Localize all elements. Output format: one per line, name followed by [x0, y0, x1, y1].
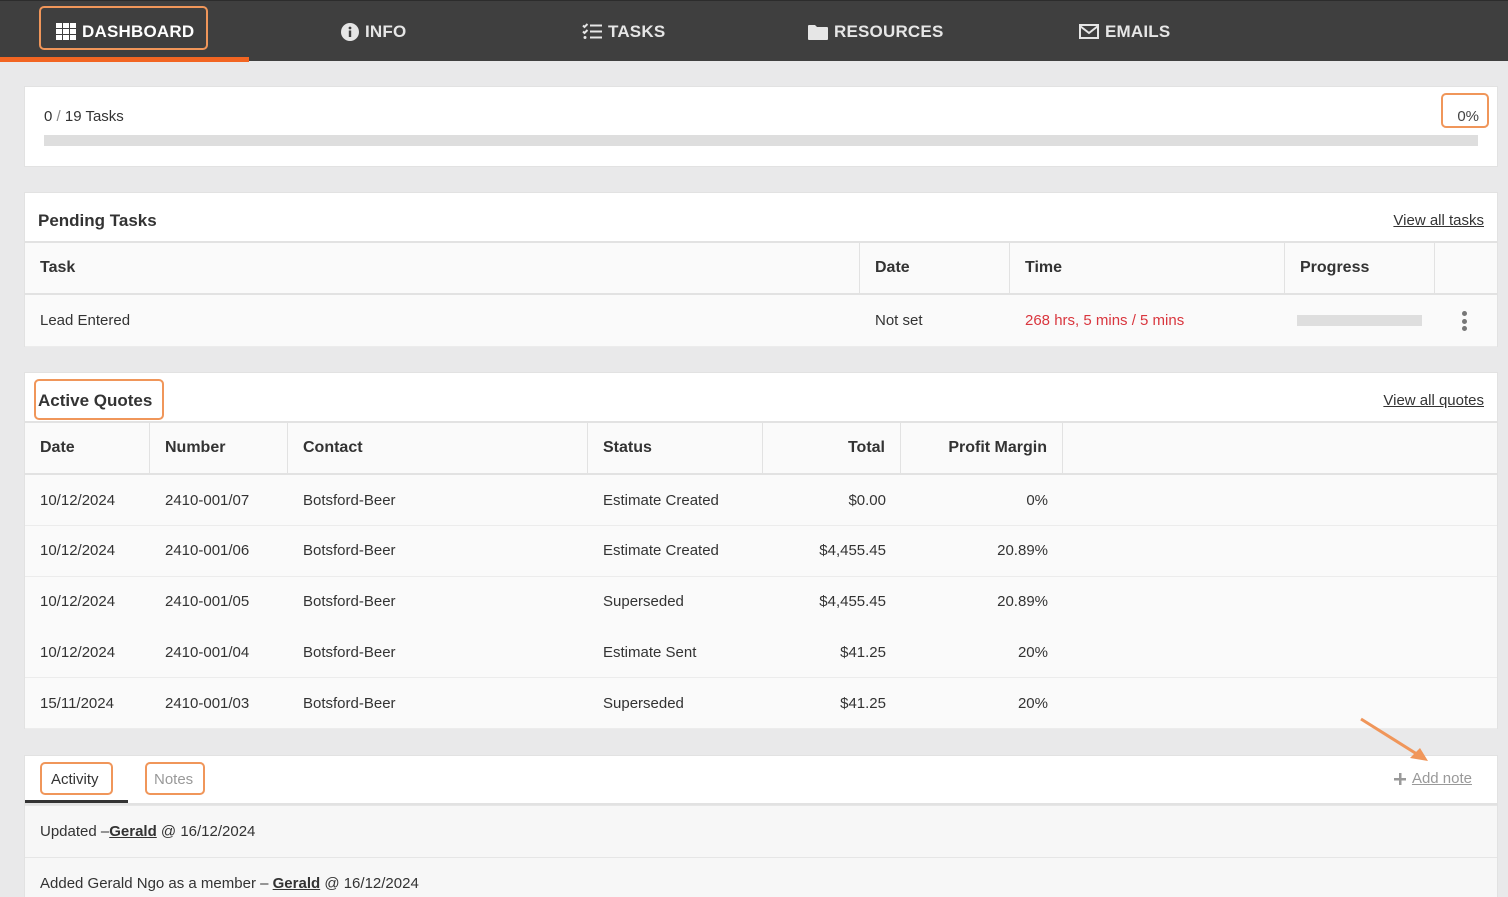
- quote-status: Estimate Created: [603, 542, 719, 560]
- activity-card: Activity Notes Add note Updated – Gerald…: [24, 717, 1498, 897]
- quote-status: Superseded: [603, 593, 684, 611]
- task-progress-bar: [44, 135, 1478, 146]
- pending-tasks-title: Pending Tasks: [38, 211, 157, 230]
- quote-date: 15/11/2024: [40, 694, 114, 712]
- quote-profit-margin: 0%: [1026, 491, 1048, 509]
- quote-profit-margin: 20%: [1017, 643, 1048, 661]
- nav-tasks[interactable]: TASKS: [582, 1, 665, 62]
- quote-number: 2410-001/04: [165, 643, 250, 661]
- table-row[interactable]: Lead Entered Not set 268 hrs, 5 mins / 5…: [25, 295, 1497, 347]
- quote-contact: Botsford-Beer: [303, 542, 396, 560]
- folder-icon: [808, 24, 828, 40]
- quote-total: $4,455.45: [819, 593, 886, 611]
- quote-contact: Botsford-Beer: [303, 643, 396, 661]
- quote-total: $41.25: [840, 643, 886, 661]
- quote-status: Estimate Created: [603, 491, 719, 509]
- quote-number: 2410-001/05: [165, 593, 250, 611]
- table-row[interactable]: 10/12/2024 2410-001/06 Botsford-Beer Estima…: [25, 525, 1497, 577]
- col-total[interactable]: Total: [763, 423, 901, 473]
- activity-time: @ 16/12/2024: [156, 823, 256, 840]
- add-note-label: Add note: [1411, 770, 1472, 787]
- task-time: 268 hrs, 5 mins / 5 mins: [1025, 312, 1185, 329]
- activity-text: Added Gerald Ngo as a member –: [40, 875, 273, 892]
- activity-entry: Updated – Gerald @ 16/12/2024: [25, 805, 1497, 857]
- quote-contact: Botsford-Beer: [303, 694, 396, 712]
- envelope-icon: [1079, 24, 1099, 39]
- quote-number: 2410-001/06: [165, 542, 250, 560]
- nav-emails[interactable]: EMAILS: [1079, 1, 1170, 62]
- col-date[interactable]: Date: [860, 243, 1010, 293]
- tasks-separator: /: [56, 108, 61, 125]
- pending-tasks-header: Task Date Time Progress: [25, 241, 1497, 295]
- grid-icon: [56, 23, 76, 40]
- task-date: Not set: [875, 312, 923, 329]
- tab-activity[interactable]: Activity: [51, 771, 99, 788]
- pending-tasks-card: Pending Tasks View all tasks Task Date T…: [24, 192, 1498, 347]
- nav-dashboard-label: DASHBOARD: [82, 21, 195, 41]
- quote-date: 10/12/2024: [40, 593, 116, 611]
- nav-emails-label: EMAILS: [1105, 21, 1171, 41]
- nav-info[interactable]: INFO: [341, 1, 406, 62]
- info-icon: [341, 22, 359, 41]
- quote-total: $41.25: [840, 694, 886, 712]
- activity-user-link[interactable]: Gerald: [109, 823, 157, 840]
- quote-status: Estimate Sent: [603, 643, 697, 661]
- activity-text: Updated –: [40, 823, 110, 840]
- quote-status: Superseded: [603, 694, 684, 712]
- quotes-header: Date Number Contact Status Total Profit …: [25, 421, 1497, 475]
- nav-resources-label: RESOURCES: [834, 21, 944, 41]
- active-quotes-title: Active Quotes: [38, 391, 153, 410]
- task-progress-label: 0 / 19 Tasks: [44, 108, 124, 125]
- nav-tasks-label: TASKS: [608, 21, 666, 41]
- table-row[interactable]: 15/11/2024 2410-001/03 Botsford-Beer Supers…: [25, 678, 1497, 730]
- task-progress-card: 0 / 19 Tasks 0%: [24, 86, 1498, 167]
- tasks-done-count: 0: [44, 108, 53, 125]
- arrow-pointer-icon: [1360, 717, 1428, 761]
- col-time[interactable]: Time: [1010, 243, 1285, 293]
- task-progress-percent: 0%: [1457, 108, 1479, 125]
- quote-total: $4,455.45: [819, 542, 886, 560]
- col-profit-margin[interactable]: Profit Margin: [901, 423, 1063, 473]
- nav-resources[interactable]: RESOURCES: [808, 1, 944, 62]
- col-status[interactable]: Status: [588, 423, 763, 473]
- active-quotes-card: Active Quotes View all quotes Date Numbe…: [24, 372, 1498, 730]
- top-nav: DASHBOARD INFO TASKS RESOURCES EMAILS: [0, 0, 1508, 62]
- activity-time: @ 16/12/2024: [320, 875, 419, 892]
- col-progress[interactable]: Progress: [1285, 243, 1435, 293]
- task-progress-bar: [1297, 315, 1422, 326]
- quote-date: 10/12/2024: [40, 542, 116, 560]
- table-row[interactable]: 10/12/2024 2410-001/05 Botsford-Beer Supers…: [25, 576, 1497, 628]
- activity-entry: Added Gerald Ngo as a member – Gerald @ …: [25, 857, 1497, 897]
- quote-number: 2410-001/03: [165, 694, 250, 712]
- tasks-icon: [582, 23, 602, 40]
- plus-icon: [1393, 772, 1406, 785]
- view-all-tasks-link[interactable]: View all tasks: [1393, 212, 1484, 229]
- quote-contact: Botsford-Beer: [303, 593, 396, 611]
- quote-profit-margin: 20%: [1017, 694, 1048, 712]
- task-name: Lead Entered: [40, 312, 131, 329]
- col-number[interactable]: Number: [150, 423, 288, 473]
- col-task[interactable]: Task: [25, 243, 860, 293]
- table-row[interactable]: 10/12/2024 2410-001/07 Botsford-Beer Estima…: [25, 475, 1497, 526]
- tasks-total-label: 19 Tasks: [64, 108, 124, 125]
- table-row[interactable]: 10/12/2024 2410-001/04 Botsford-Beer Estima…: [25, 627, 1497, 679]
- col-date[interactable]: Date: [25, 423, 150, 473]
- activity-user-link[interactable]: Gerald: [273, 875, 321, 892]
- more-options-icon[interactable]: [1462, 311, 1468, 331]
- quote-total: $0.00: [848, 491, 886, 509]
- quote-date: 10/12/2024: [40, 491, 116, 509]
- nav-active-underline: [0, 57, 249, 62]
- quote-contact: Botsford-Beer: [303, 491, 396, 509]
- quote-profit-margin: 20.89%: [997, 593, 1048, 611]
- quote-date: 10/12/2024: [40, 643, 116, 661]
- nav-dashboard[interactable]: DASHBOARD: [56, 1, 194, 62]
- view-all-quotes-link[interactable]: View all quotes: [1383, 392, 1484, 409]
- quote-number: 2410-001/07: [165, 491, 250, 509]
- col-contact[interactable]: Contact: [288, 423, 588, 473]
- tab-notes[interactable]: Notes: [154, 771, 193, 788]
- add-note-button[interactable]: Add note: [1393, 770, 1472, 787]
- quote-profit-margin: 20.89%: [997, 542, 1048, 560]
- nav-info-label: INFO: [365, 21, 407, 41]
